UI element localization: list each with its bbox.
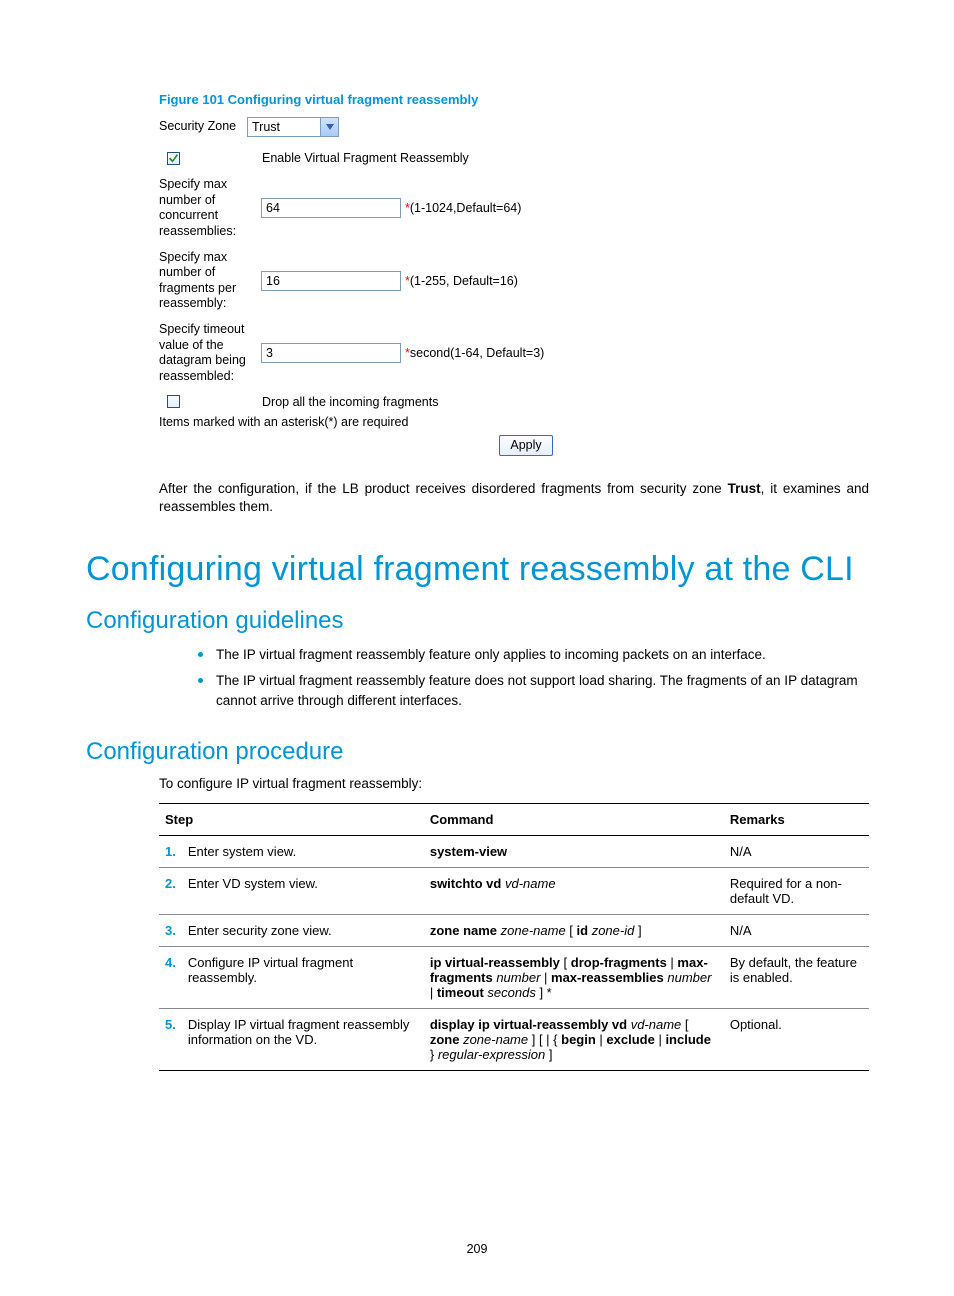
th-step: Step bbox=[159, 803, 424, 835]
th-command: Command bbox=[424, 803, 724, 835]
procedure-table: Step Command Remarks 1. Enter system vie… bbox=[159, 803, 869, 1071]
timeout-input[interactable]: 3 bbox=[261, 343, 401, 363]
table-row: 4. Configure IP virtual fragment reassem… bbox=[159, 946, 869, 1008]
dropdown-arrow-icon bbox=[320, 118, 338, 136]
enable-checkbox[interactable] bbox=[167, 152, 180, 165]
table-row: 5. Display IP virtual fragment reassembl… bbox=[159, 1008, 869, 1070]
list-item: The IP virtual fragment reassembly featu… bbox=[198, 671, 868, 712]
guidelines-list: The IP virtual fragment reassembly featu… bbox=[198, 645, 868, 712]
table-row: 3. Enter security zone view. zone name z… bbox=[159, 914, 869, 946]
after-config-text: After the configuration, if the LB produ… bbox=[159, 480, 869, 516]
procedure-lead: To configure IP virtual fragment reassem… bbox=[159, 776, 868, 791]
drop-label: Drop all the incoming fragments bbox=[262, 395, 438, 409]
timeout-hint: *second(1-64, Default=3) bbox=[405, 346, 544, 360]
enable-label: Enable Virtual Fragment Reassembly bbox=[262, 151, 469, 165]
max-reassemblies-hint: *(1-1024,Default=64) bbox=[405, 201, 521, 215]
required-note: Items marked with an asterisk(*) are req… bbox=[159, 415, 869, 429]
max-fragments-label: Specify max number of fragments per reas… bbox=[159, 248, 261, 315]
list-item: The IP virtual fragment reassembly featu… bbox=[198, 645, 868, 665]
zone-select[interactable]: Trust bbox=[247, 117, 339, 137]
table-row: 1. Enter system view. system-view N/A bbox=[159, 835, 869, 867]
config-screenshot: Security Zone Trust Enable Virtual Fragm… bbox=[159, 117, 869, 456]
max-reassemblies-input[interactable]: 64 bbox=[261, 198, 401, 218]
figure-caption: Figure 101 Configuring virtual fragment … bbox=[159, 92, 868, 107]
heading-cli: Configuring virtual fragment reassembly … bbox=[86, 550, 868, 589]
page: Figure 101 Configuring virtual fragment … bbox=[0, 0, 954, 1296]
timeout-label: Specify timeout value of the datagram be… bbox=[159, 320, 261, 387]
heading-guidelines: Configuration guidelines bbox=[86, 607, 868, 635]
heading-procedure: Configuration procedure bbox=[86, 738, 868, 766]
apply-button[interactable]: Apply bbox=[499, 435, 553, 456]
zone-select-value: Trust bbox=[252, 120, 280, 134]
page-number: 209 bbox=[0, 1242, 954, 1256]
th-remarks: Remarks bbox=[724, 803, 869, 835]
table-row: 2. Enter VD system view. switchto vd vd-… bbox=[159, 867, 869, 914]
drop-checkbox[interactable] bbox=[167, 395, 180, 408]
zone-label: Security Zone bbox=[159, 117, 247, 137]
max-fragments-input[interactable]: 16 bbox=[261, 271, 401, 291]
max-fragments-hint: *(1-255, Default=16) bbox=[405, 274, 518, 288]
max-reassemblies-label: Specify max number of concurrent reassem… bbox=[159, 175, 261, 242]
